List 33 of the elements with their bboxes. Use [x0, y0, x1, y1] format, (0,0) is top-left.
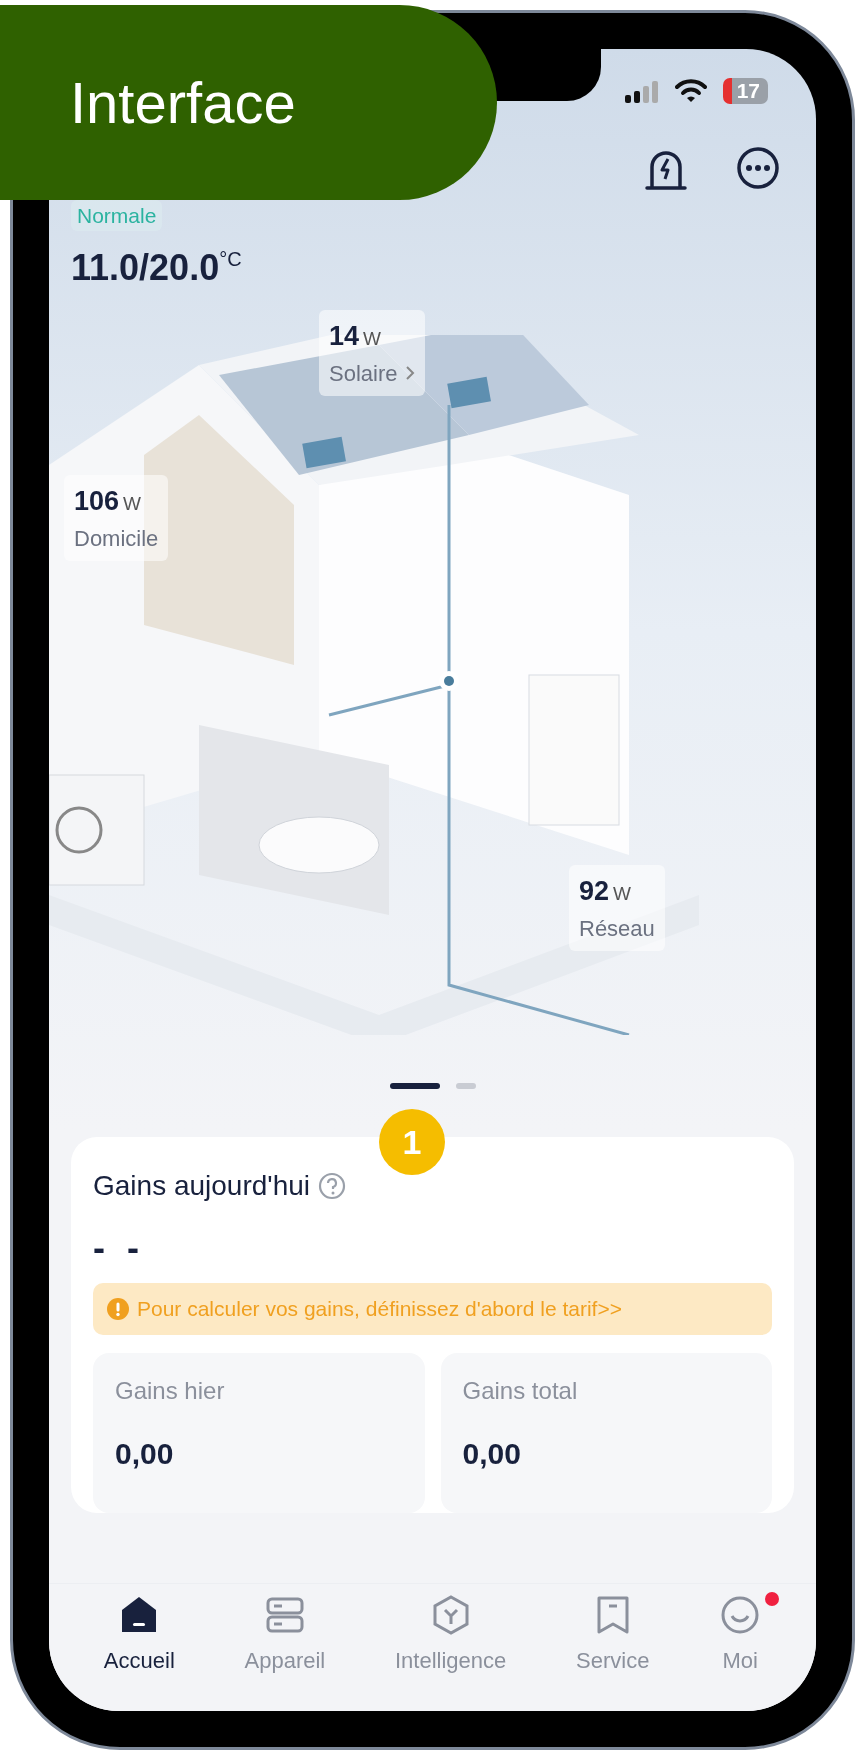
power-unit: W [613, 883, 631, 904]
chevron-icon [405, 365, 416, 381]
stat-value: 0,00 [462, 1435, 522, 1472]
section-label: Interface [0, 5, 497, 200]
temperature-reading: 11.0/20.0$^{°C}$ [71, 246, 242, 290]
mode-label: Normale [71, 199, 163, 231]
power-value: 92 [579, 876, 610, 906]
flow-label: Domicile [74, 524, 159, 553]
wifi-icon [674, 78, 707, 104]
tab-item[interactable]: Accueil [83, 1584, 195, 1677]
stat-label: Gains total [462, 1375, 579, 1406]
power-value: 106 [74, 486, 120, 516]
notification-dot [765, 1592, 780, 1606]
callout-badge: 1 [379, 1109, 445, 1175]
tab-item[interactable]: Appareil [224, 1584, 346, 1677]
power-unit: W [363, 328, 381, 349]
help-icon[interactable] [318, 1172, 347, 1200]
stat-value: 0,00 [115, 1435, 175, 1472]
warning-icon [107, 1297, 129, 1320]
power-unit: W [123, 493, 141, 514]
battery-indicator: 17 [722, 78, 768, 104]
tab-item[interactable]: Service [556, 1584, 670, 1677]
stat-label: Gains hier [115, 1375, 226, 1406]
tab-item[interactable]: Intelligence [374, 1584, 527, 1677]
tab-item[interactable]: Moi [699, 1584, 782, 1677]
flow-label: Réseau [579, 914, 655, 943]
card-title: Gains aujourd'hui [93, 1169, 311, 1203]
signal-icon [624, 79, 659, 103]
flow-link[interactable]: Solaire [329, 356, 398, 390]
earnings-value: - - [93, 1226, 146, 1270]
power-value: 14 [329, 321, 360, 351]
page-indicator[interactable] [389, 1083, 440, 1089]
more-icon[interactable] [736, 146, 780, 190]
